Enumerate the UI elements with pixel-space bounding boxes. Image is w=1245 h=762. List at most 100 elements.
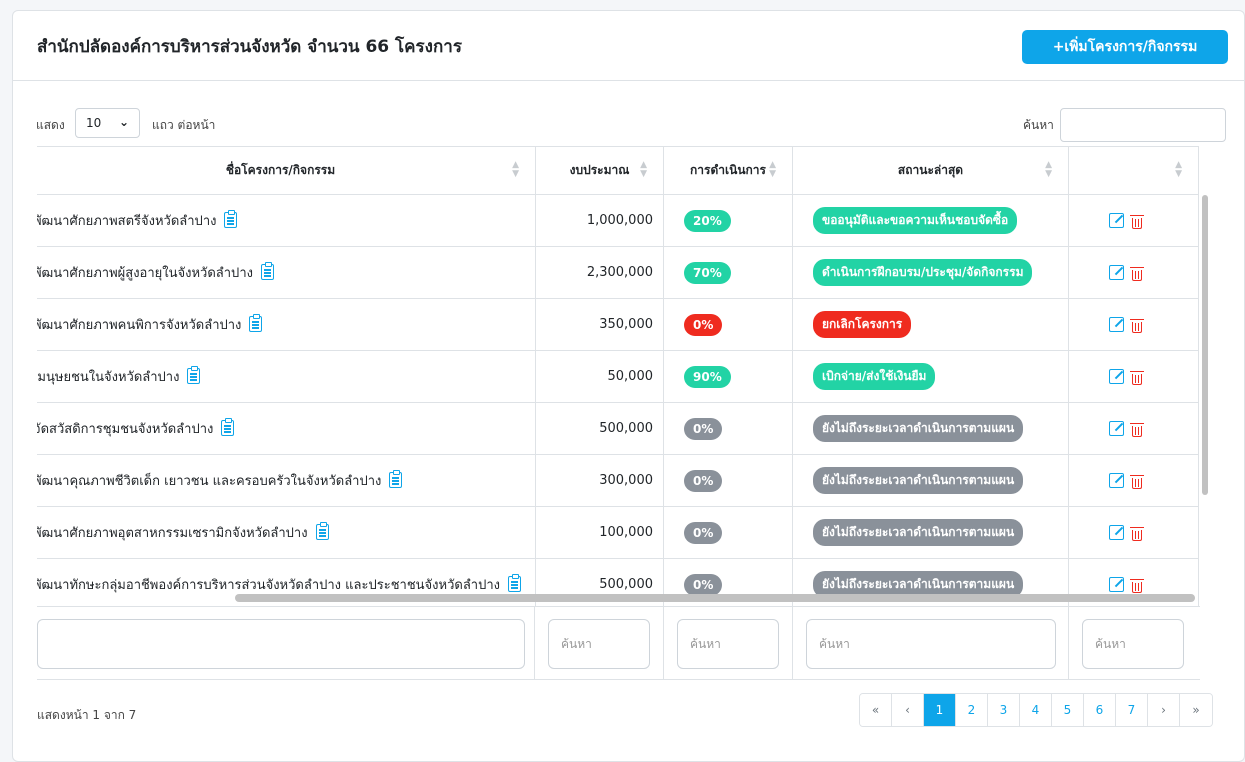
table-row: ะพัฒนาศักยภาพอุตสาหกรรมเซรามิกจังหวัดลำป… [37,506,1199,559]
vertical-scrollbar[interactable] [1200,195,1212,585]
progress-badge: 0% [684,469,723,492]
project-name-cell: ะพัฒนาศักยภาพคนพิการจังหวัดลำปาง [37,298,536,351]
progress-cell: 0% [663,454,793,507]
edit-icon[interactable] [1109,265,1124,280]
project-name-cell: ะพัฒนาศักยภาพอุตสาหกรรมเซรามิกจังหวัดลำป… [37,506,536,559]
column-header-actions[interactable]: ▲ ▼ [1068,146,1199,195]
budget-cell: 2,300,000 [535,246,664,299]
filter-input-name[interactable] [37,619,525,669]
trash-icon[interactable] [1130,525,1144,541]
project-name: รจัดสวัสดิการชุมชนจังหวัดลำปาง [37,422,214,437]
actions-cell [1068,246,1199,299]
status-badge: ยกเลิกโครงการ [813,311,912,338]
trash-icon[interactable] [1130,473,1144,489]
trash-icon[interactable] [1130,577,1144,593]
project-name: ะพัฒนาศักยภาพสตรีจังหวัดลำปาง [37,214,217,229]
page-size-select[interactable]: 10 ⌄ [75,108,140,138]
search-input[interactable] [1060,108,1226,142]
project-name-cell: ะพัฒนาศักยภาพผู้สูงอายุในจังหวัดลำปาง [37,246,536,299]
trash-icon[interactable] [1130,369,1144,385]
pagination-item[interactable]: ‹ [892,694,924,726]
clipboard-icon[interactable] [224,210,238,228]
pagination-item[interactable]: 1 [924,694,956,726]
search-label: ค้นหา [1023,118,1054,132]
pagination-item[interactable]: › [1148,694,1180,726]
filter-cell-progress: ค้นหา [664,607,793,679]
progress-cell: 0% [663,506,793,559]
column-header-name[interactable]: ชื่อโครงการ/กิจกรรม ▲ ▼ [37,146,536,195]
add-project-button[interactable]: +เพิ่มโครงการ/กิจกรรม [1022,30,1228,64]
table-row: ะพัฒนาคุณภาพชีวิตเด็ก เยาวชน และครอบครัว… [37,454,1199,507]
pagination-item[interactable]: « [860,694,892,726]
status-cell: ขออนุมัติและขอความเห็นชอบจัดซื้อ [792,194,1069,247]
filter-input-actions[interactable]: ค้นหา [1082,619,1184,669]
trash-icon[interactable] [1130,317,1144,333]
column-header-budget[interactable]: งบประมาณ ▲ ▼ [535,146,664,195]
actions-cell [1068,402,1199,455]
actions-cell [1068,506,1199,559]
table-row: เริมนุษยชนในจังหวัดลำปาง 50,000 90% เบิกจ่า… [37,350,1199,403]
progress-cell: 0% [663,402,793,455]
budget-cell: 1,000,000 [535,194,664,247]
edit-icon[interactable] [1109,421,1124,436]
pagination-item[interactable]: 6 [1084,694,1116,726]
progress-cell: 0% [663,298,793,351]
edit-icon[interactable] [1109,213,1124,228]
clipboard-icon[interactable] [249,314,263,332]
status-cell: เบิกจ่าย/ส่งใช้เงินยืม [792,350,1069,403]
filter-cell-actions: ค้นหา [1069,607,1200,679]
edit-icon[interactable] [1109,577,1124,592]
column-header-progress[interactable]: การดำเนินการ ▲ ▼ [663,146,793,195]
table-row: ะพัฒนาศักยภาพคนพิการจังหวัดลำปาง 350,000 0… [37,298,1199,351]
pagination: «‹ 1 2 3 4 5 6 7 ›» [859,693,1213,727]
table-body: ะพัฒนาศักยภาพสตรีจังหวัดลำปาง 1,000,000 20… [37,194,1199,606]
projects-table-wrapper: ชื่อโครงการ/กิจกรรม ▲ ▼ งบประมาณ ▲ ▼ การดำเน… [37,146,1200,606]
filter-input-budget[interactable]: ค้นหา [548,619,650,669]
status-badge: ยังไม่ถึงระยะเวลาดำเนินการตามแผน [813,415,1024,442]
edit-icon[interactable] [1109,473,1124,488]
sort-icon: ▲ ▼ [769,160,776,179]
clipboard-icon[interactable] [508,574,521,592]
pagination-item[interactable]: 4 [1020,694,1052,726]
pagination-item[interactable]: » [1180,694,1212,726]
trash-icon[interactable] [1130,213,1144,229]
project-name-cell: เริมนุษยชนในจังหวัดลำปาง [37,350,536,403]
edit-icon[interactable] [1109,317,1124,332]
clipboard-icon[interactable] [187,366,201,384]
table-controls: แสดง 10 ⌄ แถว ต่อหน้า ค้นหา [12,104,1245,142]
status-cell: ยังไม่ถึงระยะเวลาดำเนินการตามแผน [792,454,1069,507]
status-badge: ยังไม่ถึงระยะเวลาดำเนินการตามแผน [813,467,1024,494]
pagination-item[interactable]: 7 [1116,694,1148,726]
clipboard-icon[interactable] [260,262,274,280]
trash-icon[interactable] [1130,265,1144,281]
budget-cell: 350,000 [535,298,664,351]
progress-badge: 70% [684,261,731,284]
edit-icon[interactable] [1109,369,1124,384]
sort-icon: ▲ ▼ [1045,160,1052,179]
card-header: สำนักปลัดองค์การบริหารส่วนจังหวัด จำนวน … [13,11,1244,81]
filter-cell-name [37,607,535,679]
progress-badge: 20% [684,209,731,232]
status-badge: เบิกจ่าย/ส่งใช้เงินยืม [813,363,936,390]
per-page-label: แถว ต่อหน้า [152,118,216,132]
projects-table: ชื่อโครงการ/กิจกรรม ▲ ▼ งบประมาณ ▲ ▼ การดำเน… [37,146,1199,606]
edit-icon[interactable] [1109,525,1124,540]
pagination-item[interactable]: 2 [956,694,988,726]
chevron-down-icon: ⌄ [118,115,129,129]
filter-input-status[interactable]: ค้นหา [806,619,1056,669]
pagination-item[interactable]: 3 [988,694,1020,726]
project-name: ะพัฒนาศักยภาพผู้สูงอายุในจังหวัดลำปาง [37,266,253,281]
horizontal-scrollbar[interactable] [235,594,1195,602]
budget-cell: 50,000 [535,350,664,403]
clipboard-icon[interactable] [315,522,329,540]
actions-cell [1068,194,1199,247]
trash-icon[interactable] [1130,421,1144,437]
clipboard-icon[interactable] [221,418,235,436]
progress-cell: 70% [663,246,793,299]
vertical-scroll-thumb[interactable] [1202,195,1208,495]
filter-input-progress[interactable]: ค้นหา [677,619,779,669]
status-badge: ยังไม่ถึงระยะเวลาดำเนินการตามแผน [813,519,1024,546]
pagination-item[interactable]: 5 [1052,694,1084,726]
clipboard-icon[interactable] [389,470,403,488]
column-header-status[interactable]: สถานะล่าสุด ▲ ▼ [792,146,1069,195]
